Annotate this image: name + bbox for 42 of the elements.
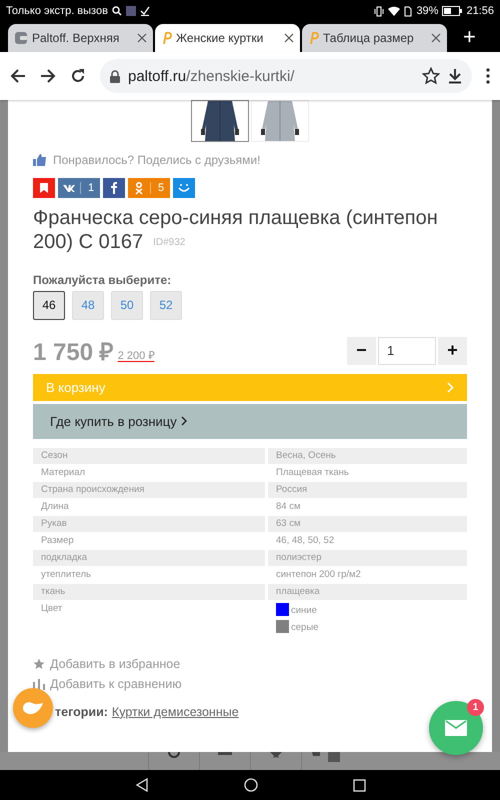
price: 1 750 ₽ — [33, 338, 114, 368]
spec-value: 63 см — [268, 516, 467, 532]
decrease-button[interactable]: − — [347, 336, 376, 365]
new-tab-button[interactable]: + — [463, 24, 476, 50]
color-label: синие — [291, 604, 317, 616]
spec-name: Цвет — [40, 602, 64, 616]
increase-button[interactable]: + — [438, 336, 467, 365]
address-bar[interactable]: paltoff.ru/zhenskie-kurtki/ — [100, 59, 472, 93]
product-title: Франческа серо-синяя плащевка (синтепон 200) С 0167 ID#932 — [33, 206, 439, 255]
browser-tab[interactable]: Женские куртки — [155, 24, 300, 52]
spec-name: Сезон — [33, 448, 265, 464]
category-label: тегории: — [55, 704, 108, 719]
spec-name: Рукав — [33, 516, 265, 532]
size-option[interactable]: 46 — [33, 290, 65, 320]
spec-value: полиэстер — [268, 550, 467, 566]
browser-tab[interactable]: Таблица размер — [302, 24, 447, 52]
size-prompt: Пожалуйста выберите: — [33, 272, 172, 287]
share-prompt: Понравилось? Поделись с друзьями! — [53, 153, 260, 167]
clock: 21:56 — [466, 5, 494, 17]
spec-value: Плащевая ткань — [275, 466, 350, 480]
spec-value: Весна, Осень — [268, 448, 467, 464]
where-to-buy-button[interactable]: Где купить в розницу — [33, 404, 467, 439]
quantity-field[interactable]: 1 — [378, 336, 436, 365]
spec-name: Размер — [40, 534, 75, 548]
spec-name: ткань — [33, 584, 265, 600]
spec-name: Длина — [40, 500, 70, 514]
spec-name: Страна происхождения — [33, 482, 265, 498]
spec-value: Россия — [268, 482, 467, 498]
battery-percent: 39% — [416, 5, 438, 17]
spec-name: подкладка — [33, 550, 265, 566]
carrier-text: Только экстр. вызов — [6, 5, 108, 17]
share-button[interactable]: 1 — [58, 178, 100, 198]
browser-tab[interactable]: Paltoff. Верхняя — [8, 24, 153, 52]
spec-value: 84 см — [275, 500, 302, 514]
spec-name: Материал — [40, 466, 86, 480]
old-price: 2 200 ₽ — [118, 348, 154, 362]
spec-name: утеплитель — [40, 568, 92, 582]
spec-value: синтепон 200 гр/м2 — [275, 568, 362, 582]
category-link[interactable]: Куртки демисезонные — [112, 704, 239, 719]
spec-value: 46, 48, 50, 52 — [275, 534, 336, 548]
color-label: серые — [291, 622, 318, 633]
spec-value: плащевка — [268, 584, 467, 600]
